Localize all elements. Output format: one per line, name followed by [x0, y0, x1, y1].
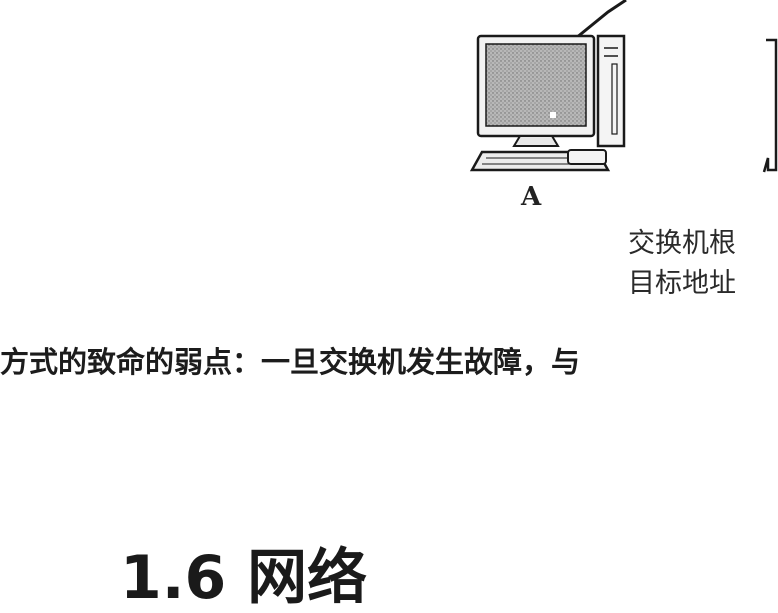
network-figure: A 交换机根 目标地址: [0, 0, 778, 320]
caption-line-1: 交换机根: [628, 228, 736, 259]
mouse: [567, 149, 607, 165]
screen-glint: [550, 112, 556, 118]
monitor-screen: [485, 43, 587, 127]
monitor-stand: [512, 135, 560, 147]
computer-tower: [596, 34, 626, 148]
caption-line-2: 目标地址: [628, 268, 736, 299]
figure-caption: 交换机根 目标地址: [628, 224, 736, 304]
body-paragraph: 方式的致命的弱点：一旦交换机发生故障，与: [0, 345, 581, 379]
computer-a-illustration: [469, 0, 778, 173]
network-cable: [575, 0, 627, 40]
section-heading: 1.6 网络: [120, 543, 368, 613]
next-computer-edge: [762, 38, 778, 173]
computer-label: A: [521, 182, 542, 212]
